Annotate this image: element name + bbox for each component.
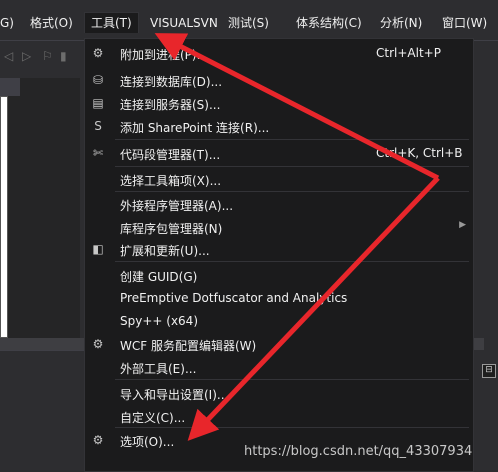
menu-item-external-tools[interactable]: 外部工具(E)...: [86, 356, 472, 378]
menu-item-attach-process[interactable]: ⚙ 附加到进程(P)... Ctrl+Alt+P: [86, 42, 472, 64]
bookmark-icon[interactable]: ▮: [60, 49, 67, 63]
menu-item-label: 导入和导出设置(I)...: [120, 388, 229, 402]
menu-separator: [115, 379, 469, 380]
menu-item-wcf-editor[interactable]: ⚙ WCF 服务配置编辑器(W): [86, 333, 472, 355]
menu-item-extensions[interactable]: ◧ 扩展和更新(U)...: [86, 238, 472, 260]
toolbar-icon[interactable]: ▷: [22, 49, 31, 63]
menu-tools[interactable]: 工具(T): [84, 12, 139, 33]
menu-item-label: 添加 SharePoint 连接(R)...: [120, 121, 270, 135]
menu-separator: [115, 166, 469, 167]
menu-item-package-manager[interactable]: 库程序包管理器(N) ▶: [86, 216, 472, 238]
toolbar-icon[interactable]: ◁: [4, 49, 13, 63]
sharepoint-icon: S: [94, 119, 102, 133]
server-connect-icon: ▤: [92, 96, 104, 110]
menu-item-label: 扩展和更新(U)...: [120, 244, 210, 258]
menu-separator: [115, 139, 469, 140]
menu-item-label: 连接到服务器(S)...: [120, 98, 221, 112]
attach-process-icon: ⚙: [92, 46, 104, 60]
gear-icon: ⚙: [92, 337, 104, 351]
menu-visualsvn[interactable]: VISUALSVN: [144, 13, 224, 33]
menu-item-label: 附加到进程(P)...: [120, 48, 209, 62]
menu-analyze[interactable]: 分析(N): [374, 13, 428, 33]
menu-architecture[interactable]: 体系结构(C): [290, 13, 368, 33]
watermark-text: https://blog.csdn.net/qq_43307934: [244, 444, 473, 459]
submenu-arrow-icon: ▶: [459, 220, 466, 230]
menu-item-connect-database[interactable]: ⛁ 连接到数据库(D)...: [86, 69, 472, 91]
menu-separator: [115, 427, 469, 428]
menu-separator: [115, 261, 469, 262]
menu-item-label: 外部工具(E)...: [120, 362, 197, 376]
toolbar-icon[interactable]: ⚐: [42, 49, 53, 63]
output-area: [0, 350, 84, 381]
menu-item-import-export[interactable]: 导入和导出设置(I)...: [86, 382, 472, 404]
horizontal-scrollbar[interactable]: [0, 338, 84, 350]
menu-item-label: 自定义(C)...: [120, 411, 186, 425]
editor-area: [0, 78, 80, 378]
menu-item-label: 连接到数据库(D)...: [120, 75, 223, 89]
menu-item-dotfuscator[interactable]: PreEmptive Dotfuscator and Analytics: [86, 287, 472, 309]
code-snippet-icon: ✄: [92, 146, 104, 160]
menu-item-connect-server[interactable]: ▤ 连接到服务器(S)...: [86, 92, 472, 114]
menu-item-sharepoint[interactable]: S 添加 SharePoint 连接(R)...: [86, 115, 472, 137]
tools-dropdown-menu: ⚙ 附加到进程(P)... Ctrl+Alt+P ⛁ 连接到数据库(D)... …: [84, 38, 474, 472]
menu-item-label: 选择工具箱项(X)...: [120, 174, 222, 188]
gear-icon: ⚙: [92, 433, 104, 447]
menu-format[interactable]: 格式(O): [24, 13, 79, 33]
menu-item-label: 代码段管理器(T)...: [120, 148, 221, 162]
menu-item-label: Spy++ (x64): [120, 314, 198, 328]
menu-item-label: 库程序包管理器(N): [120, 222, 223, 236]
menu-item-toolbox-items[interactable]: 选择工具箱项(X)...: [86, 168, 472, 190]
menu-item-shortcut: Ctrl+K, Ctrl+B: [376, 146, 463, 160]
menu-item-create-guid[interactable]: 创建 GUID(G): [86, 264, 472, 286]
menu-item-label: 创建 GUID(G): [120, 270, 198, 284]
menu-item-addin-manager[interactable]: 外接程序管理器(A)...: [86, 193, 472, 215]
editor-tab[interactable]: [0, 78, 20, 96]
extensions-icon: ◧: [92, 242, 104, 256]
menu-item-label: 选项(O)...: [120, 435, 175, 449]
menu-bar: G) 格式(O) 工具(T) VISUALSVN 测试(S) 体系结构(C) 分…: [0, 0, 498, 40]
menu-item-code-snippets[interactable]: ✄ 代码段管理器(T)... Ctrl+K, Ctrl+B: [86, 142, 472, 164]
expand-icon[interactable]: ⊟: [482, 364, 496, 378]
menu-item-shortcut: Ctrl+Alt+P: [376, 46, 441, 60]
database-connect-icon: ⛁: [92, 73, 104, 87]
menu-item-label: 外接程序管理器(A)...: [120, 199, 234, 213]
menu-debug[interactable]: G): [0, 13, 20, 33]
menu-window[interactable]: 窗口(W): [436, 13, 493, 33]
menu-test[interactable]: 测试(S): [222, 13, 275, 33]
menu-item-customize[interactable]: 自定义(C)...: [86, 405, 472, 427]
menu-item-label: PreEmptive Dotfuscator and Analytics: [120, 291, 348, 305]
right-side-strip: ⊟: [482, 78, 498, 472]
menu-separator: [115, 191, 469, 192]
menu-item-spy[interactable]: Spy++ (x64): [86, 310, 472, 332]
menu-item-label: WCF 服务配置编辑器(W): [120, 339, 257, 353]
editor-panel: [0, 96, 8, 338]
